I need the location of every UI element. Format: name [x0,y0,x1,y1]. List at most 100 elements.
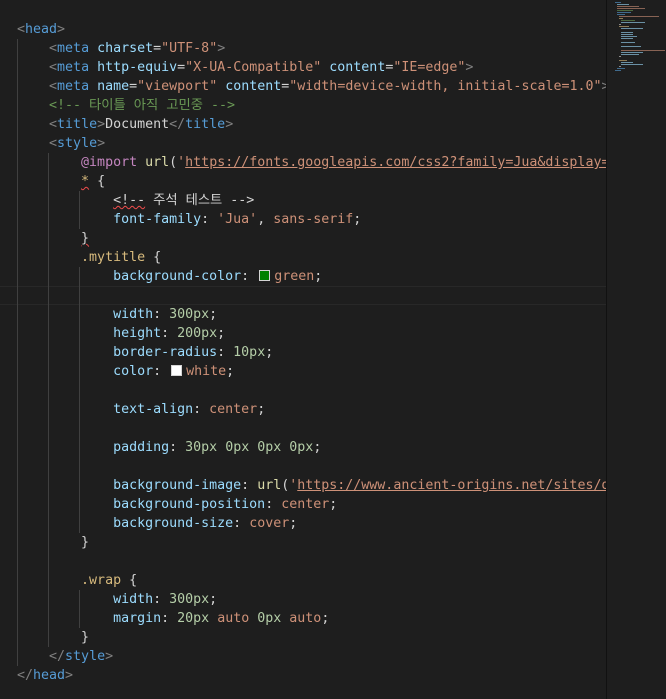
code-token-prop: font-family [113,212,202,227]
minimap-line [621,38,633,39]
minimap-line [619,66,621,67]
code-line[interactable]: </head> [17,666,73,685]
code-token-num: 0px [257,611,282,626]
code-token-plain: : [233,516,250,531]
code-line[interactable]: </style> [17,647,113,666]
code-editor[interactable]: <head> <meta charset="UTF-8"> <meta http… [0,0,666,699]
code-token-tag: style [65,649,106,664]
code-token-brace-squiggle: } [81,231,90,246]
minimap-line [615,70,621,71]
code-token-plain: : [153,307,170,322]
color-swatch-green[interactable] [259,270,271,281]
code-token-plain: ; [313,440,322,455]
code-line[interactable]: .wrap { [17,571,137,590]
code-line[interactable]: background-position: center; [17,495,337,514]
code-line[interactable]: width: 300px; [17,305,217,324]
code-line[interactable]: } [17,628,89,647]
code-token-prop: border-radius [113,345,218,360]
code-token-plain: : [201,212,218,227]
code-token-value: 'Jua' [217,212,258,227]
code-line[interactable]: <!-- 주석 테스트 --> [17,191,254,210]
code-token-num: 0px [257,440,282,455]
code-token-plain: : [153,364,170,379]
code-token-bracket: </ [49,649,66,664]
code-line[interactable]: <meta http-equiv="X-UA-Compatible" conte… [17,58,473,77]
minimap-line [619,24,621,25]
code-line[interactable]: width: 300px; [17,590,217,609]
code-line[interactable]: <meta name="viewport" content="width=dev… [17,77,606,96]
minimap-line [621,64,643,65]
code-token-plain: = [177,60,186,75]
code-line[interactable]: @import url('https://fonts.googleapis.co… [17,153,606,172]
code-line[interactable]: font-family: 'Jua', sans-serif; [17,210,361,229]
code-line[interactable]: <title>Document</title> [17,115,233,134]
code-text-area[interactable]: <head> <meta charset="UTF-8"> <meta http… [0,0,606,699]
code-line[interactable]: padding: 30px 0px 0px 0px; [17,438,321,457]
minimap-line [621,36,637,37]
code-token-prop: background-image [113,478,242,493]
code-token-bracket: < [49,41,58,56]
code-line[interactable]: * { [17,172,105,191]
minimap[interactable] [607,0,666,699]
code-line[interactable]: background-image: url('https://www.ancie… [17,476,606,495]
code-line[interactable]: text-align: center; [17,400,265,419]
code-token-prop: background-position [113,497,266,512]
code-token-plain: ; [353,212,362,227]
code-line[interactable]: } [17,229,89,248]
code-line[interactable]: height: 200px; [17,324,225,343]
code-token-bracket: < [49,117,58,132]
code-line[interactable]: <head> [17,20,65,39]
code-token-prop: width [113,307,154,322]
code-line[interactable]: } [17,533,89,552]
code-token-plain: ; [209,307,218,322]
code-line[interactable]: margin: 20px auto 0px auto; [17,609,329,628]
code-token-plain: ; [329,497,338,512]
code-line[interactable]: color: white; [17,362,234,381]
code-token-plain: ; [314,269,323,284]
code-token-prop: background-size [113,516,234,531]
code-token-prop: text-align [113,402,194,417]
minimap-line [621,42,635,43]
color-swatch-white[interactable] [171,365,183,376]
minimap-line [621,62,633,63]
code-token-class: .mytitle [81,250,146,265]
code-line[interactable]: <!-- 타이틀 아직 고민중 --> [17,96,235,115]
code-token-bracket: </ [169,117,186,132]
minimap-line [621,52,643,53]
code-token-atrule: @import [81,155,138,170]
code-line[interactable]: <style> [17,134,105,153]
code-token-str: "width=device-width, initial-scale=1.0" [289,79,602,94]
code-token-num: 0px [289,440,314,455]
code-token-tag: title [57,117,98,132]
code-line[interactable]: border-radius: 10px; [17,343,273,362]
code-line[interactable]: <meta charset="UTF-8"> [17,39,225,58]
code-token-attr: name [97,79,130,94]
code-line[interactable]: background-size: cover; [17,514,297,533]
code-token-plain: : [193,402,210,417]
code-token-plain: 주석 테스트 --> [145,193,255,208]
code-token-plain: = [153,41,162,56]
code-token-str: "IE=edge" [393,60,466,75]
code-token-attr: charset [97,41,154,56]
code-line[interactable]: background-color: green; [17,267,322,286]
code-line[interactable]: .mytitle { [17,248,161,267]
code-token-value: cover [249,516,290,531]
code-token-num: 10px [233,345,266,360]
code-token-squiggle: <!-- [113,193,146,208]
code-token-func: url [257,478,282,493]
